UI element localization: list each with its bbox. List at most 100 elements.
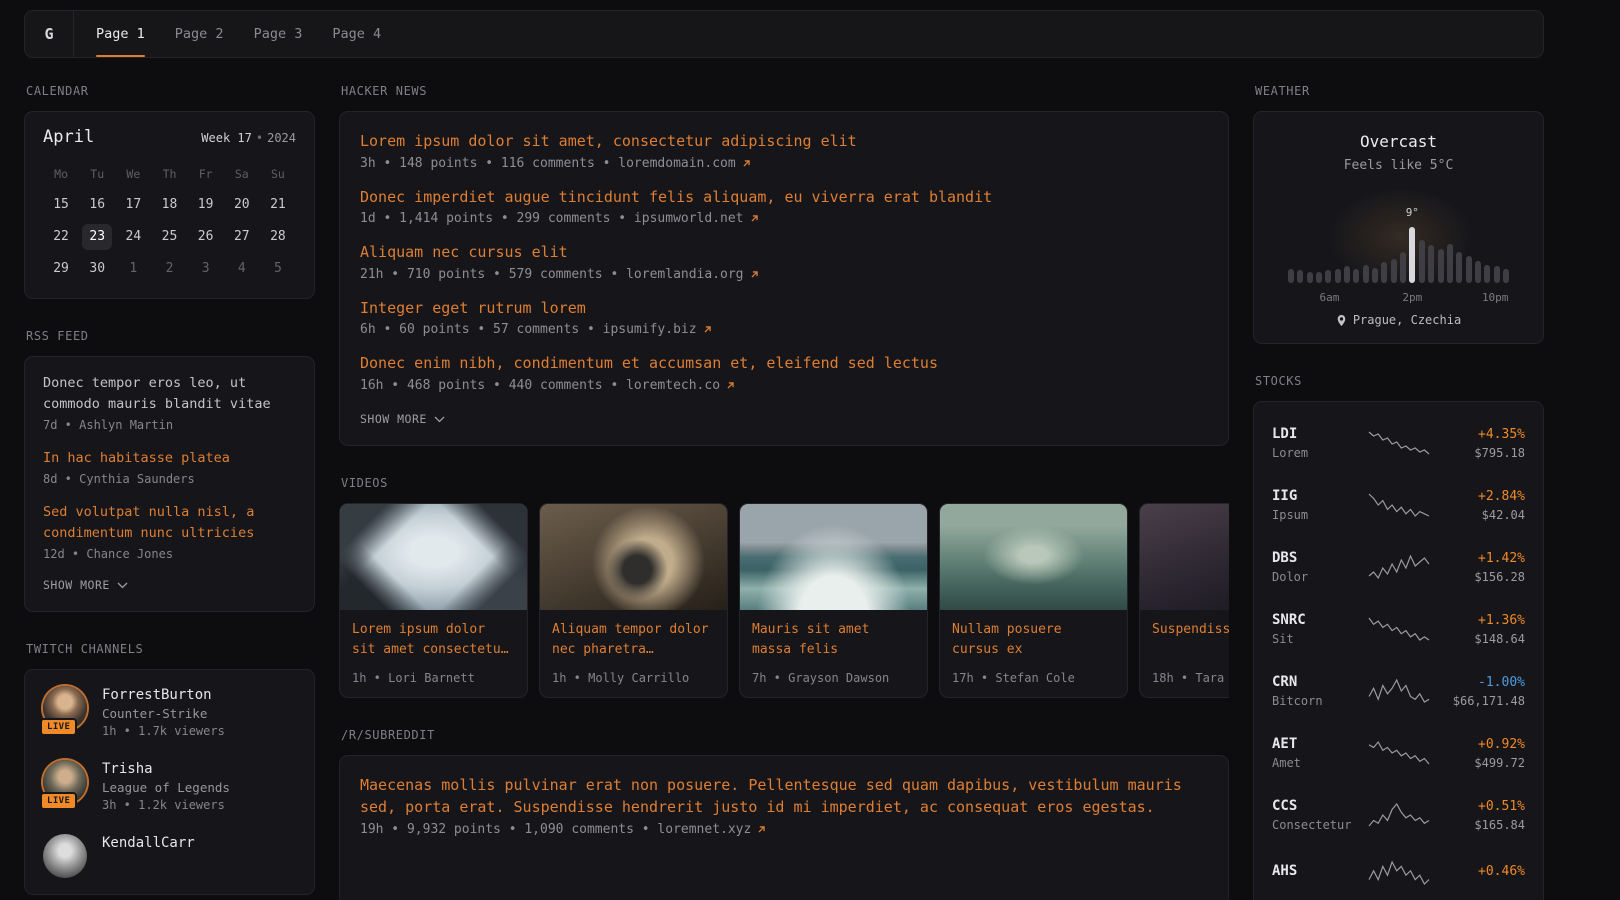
external-link-icon[interactable]: [702, 324, 713, 335]
calendar-day-name: Tu: [79, 163, 115, 185]
stock-price: $499.72: [1441, 756, 1526, 770]
video-meta: 1h • Molly Carrillo: [552, 671, 715, 685]
external-link-icon[interactable]: [741, 158, 752, 169]
calendar-day: 1: [118, 256, 148, 282]
stock-row[interactable]: AET Amet +0.92% $499.72: [1272, 722, 1525, 784]
calendar-day: 24: [118, 224, 148, 250]
rss-item-title[interactable]: In hac habitasse platea: [43, 448, 296, 469]
external-link-icon[interactable]: [749, 213, 760, 224]
external-link-icon[interactable]: [725, 380, 736, 391]
video-title[interactable]: Suspendisse diam: [1152, 620, 1229, 660]
video-card: Aliquam tempor dolor nec pharetra… 1h • …: [539, 503, 728, 698]
stock-sparkline: [1367, 740, 1431, 766]
weather-axis-label: 10pm: [1482, 291, 1509, 304]
video-thumbnail[interactable]: [1140, 504, 1229, 610]
calendar-day: 19: [191, 192, 221, 218]
stock-row[interactable]: IIG Ipsum +2.84% $42.04: [1272, 474, 1525, 536]
weather-bar: [1503, 269, 1509, 283]
twitch-channel-row[interactable]: LIVE ForrestBurton Counter-Strike 1h • 1…: [43, 686, 296, 738]
weather-bar: [1344, 266, 1350, 283]
location-pin-icon: [1336, 314, 1347, 327]
rss-show-more-button[interactable]: SHOW MORE: [43, 578, 128, 592]
video-meta: 17h • Stefan Cole: [952, 671, 1115, 685]
hn-item-meta-text: 6h • 60 points • 57 comments • ipsumify.…: [360, 322, 697, 337]
hn-item: Integer eget rutrum lorem 6h • 60 points…: [360, 297, 1208, 338]
weather-section-title: WEATHER: [1255, 84, 1542, 98]
stock-row[interactable]: SNRC Sit +1.36% $148.64: [1272, 598, 1525, 660]
channel-category: League of Legends: [102, 780, 230, 795]
twitch-widget: LIVE ForrestBurton Counter-Strike 1h • 1…: [24, 669, 315, 895]
rss-section: RSS FEED Donec tempor eros leo, ut commo…: [24, 329, 315, 612]
weather-bar: [1428, 245, 1434, 283]
calendar-day: 27: [227, 224, 257, 250]
hn-item-meta-text: 21h • 710 points • 579 comments • loreml…: [360, 267, 744, 282]
stock-row[interactable]: AHS +0.46%: [1272, 846, 1525, 900]
subreddit-widget: Maecenas mollis pulvinar erat non posuer…: [339, 755, 1229, 900]
rss-item-title[interactable]: Donec tempor eros leo, ut commodo mauris…: [43, 373, 296, 415]
hn-item-meta-text: 16h • 468 points • 440 comments • loremt…: [360, 378, 720, 393]
hn-item-meta: 1d • 1,414 points • 299 comments • ipsum…: [360, 211, 1208, 226]
tab-page-4[interactable]: Page 4: [332, 11, 381, 57]
hn-item-title[interactable]: Aliquam nec cursus elit: [360, 241, 1208, 264]
stock-symbol: AHS: [1272, 863, 1357, 879]
hn-item-title[interactable]: Lorem ipsum dolor sit amet, consectetur …: [360, 130, 1208, 153]
calendar-day: 28: [263, 224, 293, 250]
calendar-day: 18: [154, 192, 184, 218]
stock-name: Sit: [1272, 632, 1357, 646]
external-link-icon[interactable]: [756, 824, 767, 835]
video-title[interactable]: Mauris sit amet massa felis: [752, 620, 915, 660]
weather-bar: [1307, 272, 1313, 283]
hn-item-meta: 3h • 148 points • 116 comments • loremdo…: [360, 156, 1208, 171]
tab-page-1[interactable]: Page 1: [96, 11, 145, 57]
video-thumbnail[interactable]: [540, 504, 727, 610]
video-thumbnail[interactable]: [740, 504, 927, 610]
subreddit-item: Maecenas mollis pulvinar erat non posuer…: [360, 774, 1208, 837]
video-meta: 18h • Tara: [1152, 671, 1229, 685]
videos-carousel: Lorem ipsum dolor sit amet consectetu… 1…: [339, 503, 1229, 698]
hackernews-section: HACKER NEWS Lorem ipsum dolor sit amet, …: [339, 84, 1229, 446]
video-card: Nullam posuere cursus ex 17h • Stefan Co…: [939, 503, 1128, 698]
stock-change: +1.42%: [1441, 551, 1526, 566]
hn-show-more-button[interactable]: SHOW MORE: [360, 412, 445, 426]
weather-axis-label: 2pm: [1402, 291, 1422, 304]
video-title[interactable]: Lorem ipsum dolor sit amet consectetu…: [352, 620, 515, 660]
stock-row[interactable]: DBS Dolor +1.42% $156.28: [1272, 536, 1525, 598]
video-thumbnail[interactable]: [340, 504, 527, 610]
tab-page-3[interactable]: Page 3: [254, 11, 303, 57]
weather-bar: [1353, 269, 1359, 283]
video-title[interactable]: Aliquam tempor dolor nec pharetra…: [552, 620, 715, 660]
video-thumbnail[interactable]: [940, 504, 1127, 610]
hn-item-meta-text: 1d • 1,414 points • 299 comments • ipsum…: [360, 211, 744, 226]
stock-symbol: DBS: [1272, 550, 1357, 566]
stock-sparkline: [1367, 430, 1431, 456]
tab-page-2[interactable]: Page 2: [175, 11, 224, 57]
calendar-day: 2: [154, 256, 184, 282]
stock-symbol: SNRC: [1272, 612, 1357, 628]
rss-item-title[interactable]: Sed volutpat nulla nisl, a condimentum n…: [43, 502, 296, 544]
stocks-section: STOCKS LDI Lorem +4.35% $795.18: [1253, 374, 1544, 900]
twitch-channel-row[interactable]: LIVE Trisha League of Legends 3h • 1.2k …: [43, 760, 296, 812]
nav-tabs: Page 1 Page 2 Page 3 Page 4: [96, 11, 381, 57]
video-title[interactable]: Nullam posuere cursus ex: [952, 620, 1115, 660]
calendar-grid: 1516171819202122232425262728293012345: [43, 192, 296, 282]
hn-item-title[interactable]: Donec imperdiet augue tincidunt felis al…: [360, 186, 1208, 209]
stock-change: +0.51%: [1441, 799, 1526, 814]
weather-bar: [1335, 269, 1341, 283]
hn-item-title[interactable]: Integer eget rutrum lorem: [360, 297, 1208, 320]
weather-bar: [1447, 244, 1453, 283]
rss-item-meta: 7d • Ashlyn Martin: [43, 418, 296, 432]
subreddit-item-title[interactable]: Maecenas mollis pulvinar erat non posuer…: [360, 774, 1208, 819]
subreddit-section: /R/SUBREDDIT Maecenas mollis pulvinar er…: [339, 728, 1229, 900]
external-link-icon[interactable]: [749, 269, 760, 280]
hn-item-title[interactable]: Donec enim nibh, condimentum et accumsan…: [360, 352, 1208, 375]
rss-item: Sed volutpat nulla nisl, a condimentum n…: [43, 502, 296, 561]
twitch-section: TWITCH CHANNELS LIVE ForrestBurton Count…: [24, 642, 315, 895]
video-card: Mauris sit amet massa felis 7h • Grayson…: [739, 503, 928, 698]
stock-row[interactable]: CCS Consectetur +0.51% $165.84: [1272, 784, 1525, 846]
stock-row[interactable]: LDI Lorem +4.35% $795.18: [1272, 412, 1525, 474]
subreddit-item-meta-text: 19h • 9,932 points • 1,090 comments • lo…: [360, 822, 751, 837]
hackernews-section-title: HACKER NEWS: [341, 84, 1227, 98]
weather-widget: Overcast Feels like 5°C 9° 6am2pm10pm Pr…: [1253, 111, 1544, 344]
twitch-channel-row[interactable]: KendallCarr: [43, 834, 296, 878]
stock-row[interactable]: CRN Bitcorn -1.00% $66,171.48: [1272, 660, 1525, 722]
